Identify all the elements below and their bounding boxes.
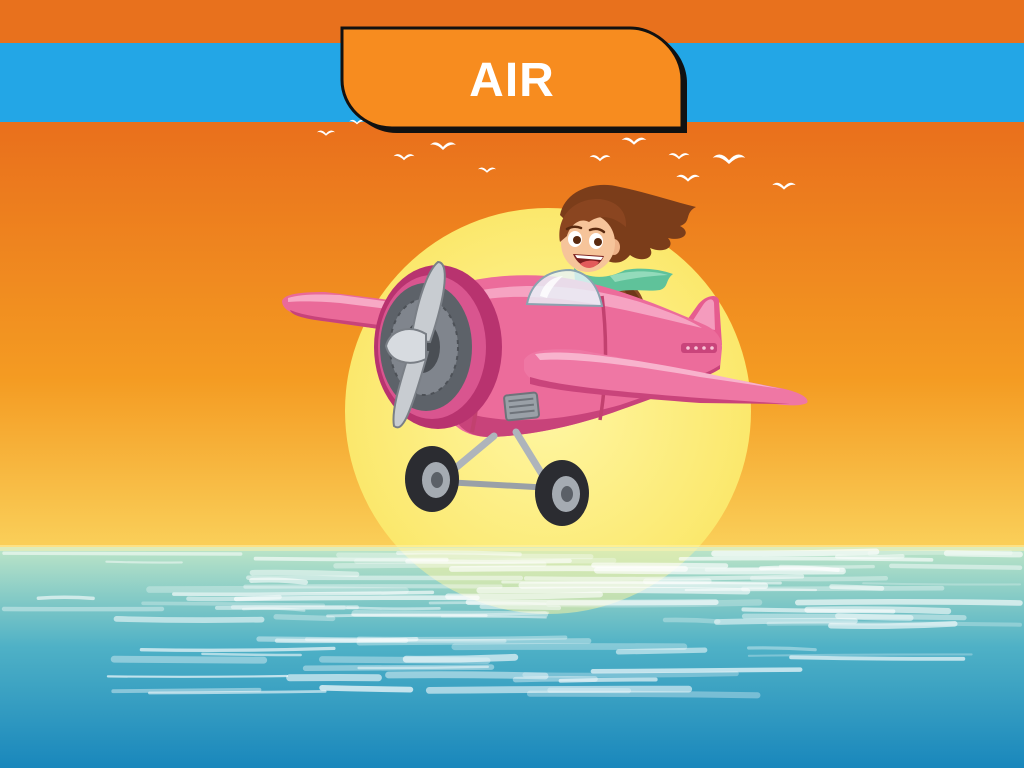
wave-icon [146, 585, 409, 595]
wave-icon [789, 655, 966, 661]
wave-icon [346, 606, 441, 611]
wave-icon [385, 671, 549, 680]
wave-icon [139, 646, 336, 652]
wave-icon [766, 621, 1022, 627]
wave-icon [111, 687, 262, 694]
left-pupil [573, 236, 581, 244]
wheel-right-hub [561, 486, 573, 502]
wave-icon [318, 656, 491, 664]
wave-icon [105, 560, 183, 564]
tail-vent-dot [686, 346, 690, 350]
wave-icon [547, 687, 632, 694]
right-pupil [594, 238, 602, 246]
wave-icon [518, 581, 769, 589]
wheel-left-hub [431, 472, 443, 488]
wave-icon [741, 613, 967, 621]
wave-icon [141, 601, 325, 608]
wave-icon [678, 556, 934, 562]
wave-icon [201, 652, 302, 657]
wave-icon [590, 667, 803, 674]
propeller-hub [384, 328, 427, 364]
tail-vent-dot [702, 346, 706, 350]
wave-icon [558, 677, 658, 683]
wave-icon [747, 646, 817, 652]
wave-icon [2, 551, 243, 556]
wave-icon [336, 552, 594, 560]
tail-vent-dot [710, 346, 714, 350]
wave-icon [215, 605, 359, 610]
wave-icon [662, 617, 721, 624]
air-scene: AIR [0, 0, 1024, 768]
wave-icon [523, 574, 805, 581]
side-vent [503, 391, 540, 422]
title-banner: AIR [340, 26, 687, 133]
wave-icon [778, 564, 875, 569]
wave-icon [448, 565, 688, 572]
wave-icon [333, 561, 547, 569]
wave-icon [795, 599, 1023, 606]
wave-icon [233, 595, 480, 602]
wave-icon [249, 569, 360, 578]
wave-icon [319, 684, 414, 693]
wave-icon [526, 690, 761, 699]
wave-icon [356, 638, 592, 646]
wave-icon [615, 647, 708, 655]
wave-icon [889, 563, 1023, 570]
wave-icon [479, 604, 562, 611]
wave-icon [110, 655, 268, 664]
wave-icon [113, 616, 265, 623]
wave-icon [943, 550, 1023, 558]
tail-vent-dot [694, 346, 698, 350]
wave-icon [106, 674, 289, 678]
wave-icon [253, 556, 449, 562]
wave-icon [835, 554, 905, 560]
title-label: AIR [469, 54, 555, 107]
wave-icon [249, 577, 308, 585]
wave-icon [711, 548, 880, 557]
wave-icon [36, 595, 95, 601]
wave-icon [804, 606, 952, 615]
wave-icon [522, 671, 739, 678]
wave-icon [273, 614, 336, 622]
wave-icon [302, 664, 495, 672]
